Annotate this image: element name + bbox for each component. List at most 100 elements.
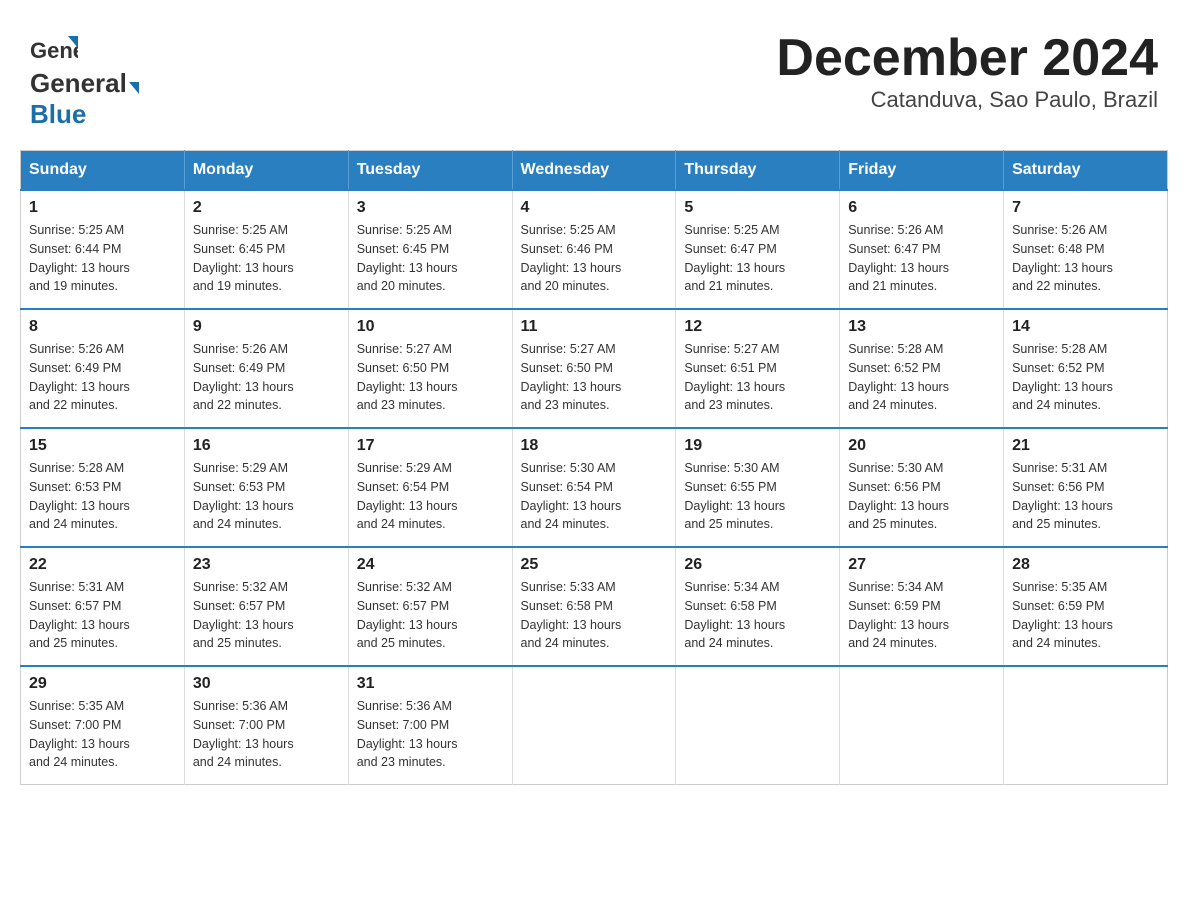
day-header-wednesday: Wednesday: [512, 151, 676, 191]
day-header-sunday: Sunday: [21, 151, 185, 191]
day-info: Sunrise: 5:26 AM Sunset: 6:47 PM Dayligh…: [848, 221, 995, 296]
day-number: 31: [357, 675, 504, 693]
calendar-cell-19: 19 Sunrise: 5:30 AM Sunset: 6:55 PM Dayl…: [676, 428, 840, 547]
day-info: Sunrise: 5:25 AM Sunset: 6:46 PM Dayligh…: [521, 221, 668, 296]
calendar-cell-2: 2 Sunrise: 5:25 AM Sunset: 6:45 PM Dayli…: [184, 190, 348, 309]
day-info: Sunrise: 5:29 AM Sunset: 6:53 PM Dayligh…: [193, 459, 340, 534]
calendar-cell-16: 16 Sunrise: 5:29 AM Sunset: 6:53 PM Dayl…: [184, 428, 348, 547]
calendar-cell-1: 1 Sunrise: 5:25 AM Sunset: 6:44 PM Dayli…: [21, 190, 185, 309]
calendar-cell-20: 20 Sunrise: 5:30 AM Sunset: 6:56 PM Dayl…: [840, 428, 1004, 547]
day-number: 3: [357, 199, 504, 217]
calendar-week-4: 22 Sunrise: 5:31 AM Sunset: 6:57 PM Dayl…: [21, 547, 1168, 666]
calendar-cell-empty: [1004, 666, 1168, 785]
day-info: Sunrise: 5:26 AM Sunset: 6:49 PM Dayligh…: [29, 340, 176, 415]
calendar-week-3: 15 Sunrise: 5:28 AM Sunset: 6:53 PM Dayl…: [21, 428, 1168, 547]
day-number: 2: [193, 199, 340, 217]
calendar-cell-13: 13 Sunrise: 5:28 AM Sunset: 6:52 PM Dayl…: [840, 309, 1004, 428]
calendar-header: SundayMondayTuesdayWednesdayThursdayFrid…: [21, 151, 1168, 191]
calendar-cell-27: 27 Sunrise: 5:34 AM Sunset: 6:59 PM Dayl…: [840, 547, 1004, 666]
day-number: 17: [357, 437, 504, 455]
calendar-cell-15: 15 Sunrise: 5:28 AM Sunset: 6:53 PM Dayl…: [21, 428, 185, 547]
page-header: General General Blue December 2024 Catan…: [20, 20, 1168, 130]
day-number: 29: [29, 675, 176, 693]
day-number: 25: [521, 556, 668, 574]
day-info: Sunrise: 5:31 AM Sunset: 6:56 PM Dayligh…: [1012, 459, 1159, 534]
calendar-cell-22: 22 Sunrise: 5:31 AM Sunset: 6:57 PM Dayl…: [21, 547, 185, 666]
calendar-week-2: 8 Sunrise: 5:26 AM Sunset: 6:49 PM Dayli…: [21, 309, 1168, 428]
day-header-friday: Friday: [840, 151, 1004, 191]
calendar-week-1: 1 Sunrise: 5:25 AM Sunset: 6:44 PM Dayli…: [21, 190, 1168, 309]
day-number: 22: [29, 556, 176, 574]
logo-general-text: General: [30, 68, 127, 98]
day-info: Sunrise: 5:34 AM Sunset: 6:59 PM Dayligh…: [848, 578, 995, 653]
day-number: 12: [684, 318, 831, 336]
day-info: Sunrise: 5:26 AM Sunset: 6:49 PM Dayligh…: [193, 340, 340, 415]
day-number: 28: [1012, 556, 1159, 574]
calendar-cell-empty: [676, 666, 840, 785]
calendar-cell-24: 24 Sunrise: 5:32 AM Sunset: 6:57 PM Dayl…: [348, 547, 512, 666]
day-header-saturday: Saturday: [1004, 151, 1168, 191]
calendar-body: 1 Sunrise: 5:25 AM Sunset: 6:44 PM Dayli…: [21, 190, 1168, 785]
calendar-cell-3: 3 Sunrise: 5:25 AM Sunset: 6:45 PM Dayli…: [348, 190, 512, 309]
day-number: 15: [29, 437, 176, 455]
day-info: Sunrise: 5:29 AM Sunset: 6:54 PM Dayligh…: [357, 459, 504, 534]
day-header-monday: Monday: [184, 151, 348, 191]
day-number: 14: [1012, 318, 1159, 336]
day-number: 16: [193, 437, 340, 455]
day-header-thursday: Thursday: [676, 151, 840, 191]
day-number: 27: [848, 556, 995, 574]
day-info: Sunrise: 5:27 AM Sunset: 6:51 PM Dayligh…: [684, 340, 831, 415]
day-info: Sunrise: 5:27 AM Sunset: 6:50 PM Dayligh…: [521, 340, 668, 415]
calendar-table: SundayMondayTuesdayWednesdayThursdayFrid…: [20, 150, 1168, 785]
calendar-cell-14: 14 Sunrise: 5:28 AM Sunset: 6:52 PM Dayl…: [1004, 309, 1168, 428]
day-info: Sunrise: 5:25 AM Sunset: 6:44 PM Dayligh…: [29, 221, 176, 296]
day-number: 23: [193, 556, 340, 574]
day-number: 19: [684, 437, 831, 455]
calendar-cell-12: 12 Sunrise: 5:27 AM Sunset: 6:51 PM Dayl…: [676, 309, 840, 428]
day-info: Sunrise: 5:28 AM Sunset: 6:52 PM Dayligh…: [848, 340, 995, 415]
day-info: Sunrise: 5:35 AM Sunset: 6:59 PM Dayligh…: [1012, 578, 1159, 653]
calendar-cell-30: 30 Sunrise: 5:36 AM Sunset: 7:00 PM Dayl…: [184, 666, 348, 785]
day-info: Sunrise: 5:36 AM Sunset: 7:00 PM Dayligh…: [357, 697, 504, 772]
day-number: 10: [357, 318, 504, 336]
calendar-header-row: SundayMondayTuesdayWednesdayThursdayFrid…: [21, 151, 1168, 191]
day-info: Sunrise: 5:25 AM Sunset: 6:47 PM Dayligh…: [684, 221, 831, 296]
day-info: Sunrise: 5:28 AM Sunset: 6:53 PM Dayligh…: [29, 459, 176, 534]
calendar-cell-18: 18 Sunrise: 5:30 AM Sunset: 6:54 PM Dayl…: [512, 428, 676, 547]
calendar-cell-7: 7 Sunrise: 5:26 AM Sunset: 6:48 PM Dayli…: [1004, 190, 1168, 309]
calendar-cell-17: 17 Sunrise: 5:29 AM Sunset: 6:54 PM Dayl…: [348, 428, 512, 547]
calendar-title-section: December 2024 Catanduva, Sao Paulo, Braz…: [776, 30, 1158, 113]
day-info: Sunrise: 5:31 AM Sunset: 6:57 PM Dayligh…: [29, 578, 176, 653]
svg-text:General: General: [30, 38, 78, 63]
day-number: 1: [29, 199, 176, 217]
day-info: Sunrise: 5:33 AM Sunset: 6:58 PM Dayligh…: [521, 578, 668, 653]
day-number: 9: [193, 318, 340, 336]
calendar-cell-empty: [512, 666, 676, 785]
calendar-cell-31: 31 Sunrise: 5:36 AM Sunset: 7:00 PM Dayl…: [348, 666, 512, 785]
calendar-cell-28: 28 Sunrise: 5:35 AM Sunset: 6:59 PM Dayl…: [1004, 547, 1168, 666]
calendar-subtitle: Catanduva, Sao Paulo, Brazil: [776, 87, 1158, 113]
day-number: 20: [848, 437, 995, 455]
day-info: Sunrise: 5:27 AM Sunset: 6:50 PM Dayligh…: [357, 340, 504, 415]
calendar-cell-26: 26 Sunrise: 5:34 AM Sunset: 6:58 PM Dayl…: [676, 547, 840, 666]
day-number: 7: [1012, 199, 1159, 217]
day-info: Sunrise: 5:35 AM Sunset: 7:00 PM Dayligh…: [29, 697, 176, 772]
day-info: Sunrise: 5:25 AM Sunset: 6:45 PM Dayligh…: [193, 221, 340, 296]
calendar-cell-9: 9 Sunrise: 5:26 AM Sunset: 6:49 PM Dayli…: [184, 309, 348, 428]
day-number: 5: [684, 199, 831, 217]
calendar-cell-23: 23 Sunrise: 5:32 AM Sunset: 6:57 PM Dayl…: [184, 547, 348, 666]
day-info: Sunrise: 5:32 AM Sunset: 6:57 PM Dayligh…: [193, 578, 340, 653]
calendar-cell-8: 8 Sunrise: 5:26 AM Sunset: 6:49 PM Dayli…: [21, 309, 185, 428]
day-number: 18: [521, 437, 668, 455]
day-info: Sunrise: 5:36 AM Sunset: 7:00 PM Dayligh…: [193, 697, 340, 772]
calendar-week-5: 29 Sunrise: 5:35 AM Sunset: 7:00 PM Dayl…: [21, 666, 1168, 785]
calendar-cell-25: 25 Sunrise: 5:33 AM Sunset: 6:58 PM Dayl…: [512, 547, 676, 666]
calendar-cell-6: 6 Sunrise: 5:26 AM Sunset: 6:47 PM Dayli…: [840, 190, 1004, 309]
logo-triangle-icon: [129, 82, 139, 94]
calendar-cell-10: 10 Sunrise: 5:27 AM Sunset: 6:50 PM Dayl…: [348, 309, 512, 428]
calendar-cell-29: 29 Sunrise: 5:35 AM Sunset: 7:00 PM Dayl…: [21, 666, 185, 785]
calendar-title: December 2024: [776, 30, 1158, 87]
calendar-cell-11: 11 Sunrise: 5:27 AM Sunset: 6:50 PM Dayl…: [512, 309, 676, 428]
calendar-cell-4: 4 Sunrise: 5:25 AM Sunset: 6:46 PM Dayli…: [512, 190, 676, 309]
day-info: Sunrise: 5:28 AM Sunset: 6:52 PM Dayligh…: [1012, 340, 1159, 415]
